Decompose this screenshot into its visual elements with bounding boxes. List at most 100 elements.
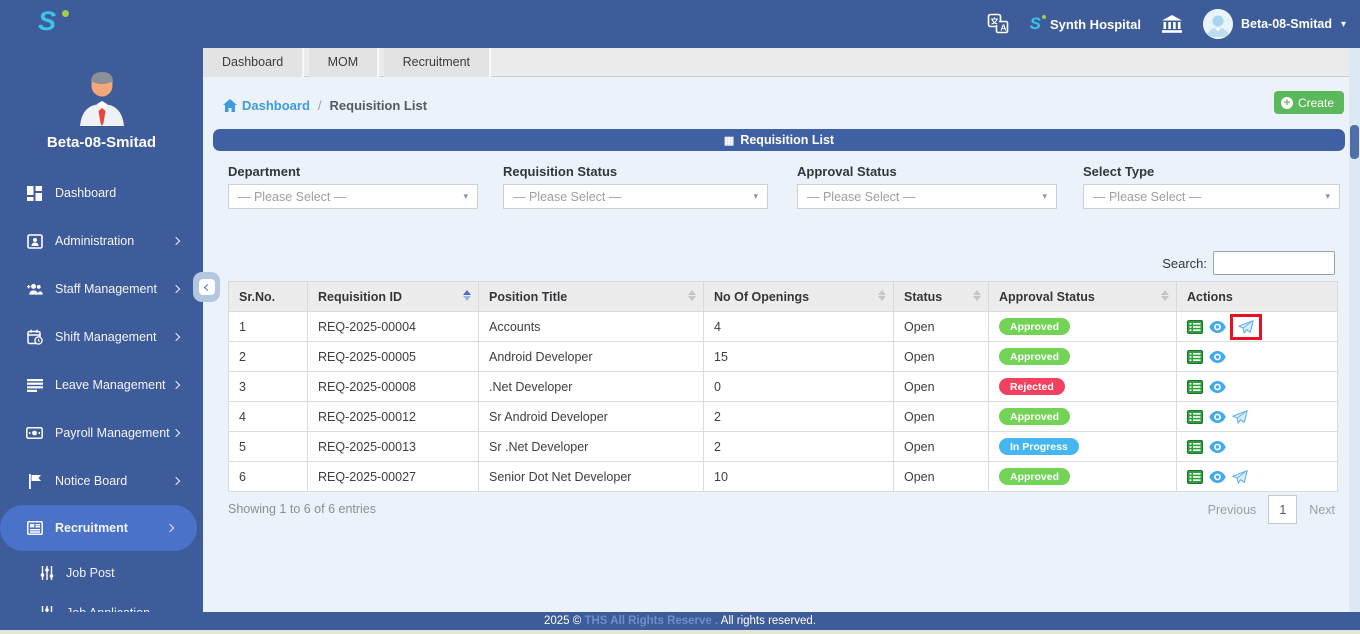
department-select[interactable]: — Please Select —▾	[228, 184, 478, 209]
cell-openings: 2	[704, 402, 894, 432]
search-input[interactable]	[1213, 251, 1335, 275]
details-icon[interactable]	[1187, 470, 1203, 484]
chevron-right-icon	[172, 381, 180, 389]
tab-recruitment[interactable]: Recruitment	[384, 48, 491, 77]
column-header-srno[interactable]: Sr.No.	[229, 282, 308, 312]
footer-brand-link[interactable]: THS All Rights Reserve .	[584, 615, 718, 627]
sort-icon	[688, 290, 696, 301]
sidebar-item-notice-board[interactable]: Notice Board	[0, 457, 203, 505]
sidebar-item-leave-management[interactable]: Leave Management	[0, 361, 203, 409]
chevron-right-icon	[166, 524, 174, 532]
column-header-approval-status[interactable]: Approval Status	[989, 282, 1177, 312]
table-icon: ▦	[724, 135, 734, 147]
institution-icon[interactable]	[1161, 15, 1183, 34]
column-header-status[interactable]: Status	[894, 282, 989, 312]
cell-requisition-id: REQ-2025-00012	[308, 402, 479, 432]
filter-label-approval-status: Approval Status	[797, 164, 897, 179]
sidebar: Beta-08-Smitad Dashboard Administration …	[0, 48, 203, 630]
details-icon[interactable]	[1187, 380, 1203, 394]
cell-srno: 5	[229, 432, 308, 462]
table-header-row: Sr.No. Requisition ID Position Title No …	[229, 282, 1338, 312]
create-button[interactable]: + Create	[1274, 91, 1344, 114]
details-icon[interactable]	[1187, 320, 1203, 334]
sidebar-item-staff-management[interactable]: Staff Management	[0, 265, 203, 313]
table-row: 2REQ-2025-00005Android Developer15OpenAp…	[229, 342, 1338, 372]
hospital-brand[interactable]: S Synth Hospital	[1030, 14, 1141, 34]
svg-text:A: A	[1000, 23, 1006, 33]
breadcrumb-dashboard-link[interactable]: Dashboard	[242, 98, 310, 113]
details-icon[interactable]	[1187, 410, 1203, 424]
sort-icon	[463, 290, 471, 301]
chevron-left-icon	[199, 279, 215, 295]
cell-actions	[1177, 402, 1338, 432]
type-select-value: — Please Select —	[1093, 190, 1201, 204]
cell-openings: 0	[704, 372, 894, 402]
bottom-strip	[0, 630, 1360, 634]
sidebar-item-label: Payroll Management	[55, 426, 170, 440]
sidebar-item-label: Administration	[55, 234, 134, 248]
panel-header: ▦Requisition List	[213, 129, 1345, 151]
sidebar-item-dashboard[interactable]: Dashboard	[0, 169, 203, 217]
sidebar-item-recruitment[interactable]: Recruitment	[0, 505, 197, 551]
column-header-requisition-id[interactable]: Requisition ID	[308, 282, 479, 312]
sort-icon	[1161, 290, 1169, 301]
cell-openings: 2	[704, 432, 894, 462]
send-icon[interactable]	[1232, 470, 1248, 484]
sidebar-subitem-label: Job Post	[66, 566, 115, 580]
sidebar-item-administration[interactable]: Administration	[0, 217, 203, 265]
approval-status-badge: Approved	[999, 468, 1070, 485]
language-icon[interactable]: A	[986, 12, 1010, 36]
breadcrumb: Dashboard / Requisition List	[223, 96, 427, 114]
sidebar-item-payroll-management[interactable]: Payroll Management	[0, 409, 203, 457]
send-icon[interactable]	[1238, 320, 1254, 334]
cell-approval-status: Approved	[989, 462, 1177, 492]
cell-approval-status: Rejected	[989, 372, 1177, 402]
eye-icon[interactable]	[1209, 411, 1226, 423]
footer-year: 2025 ©	[544, 615, 584, 627]
details-icon[interactable]	[1187, 440, 1203, 454]
cell-status: Open	[894, 372, 989, 402]
next-button[interactable]: Next	[1309, 503, 1335, 517]
scrollbar-thumb[interactable]	[1350, 125, 1359, 159]
send-icon[interactable]	[1232, 410, 1248, 424]
user-menu[interactable]: Beta-08-Smitad ▾	[1203, 9, 1346, 39]
profile-name: Beta-08-Smitad	[0, 134, 203, 151]
details-icon[interactable]	[1187, 350, 1203, 364]
table-row: 6REQ-2025-00027Senior Dot Net Developer1…	[229, 462, 1338, 492]
cell-actions	[1177, 312, 1338, 342]
column-header-position-title[interactable]: Position Title	[479, 282, 704, 312]
page-1-button[interactable]: 1	[1268, 495, 1297, 524]
previous-button[interactable]: Previous	[1208, 503, 1257, 517]
type-select[interactable]: — Please Select —▾	[1083, 184, 1340, 209]
cell-approval-status: Approved	[989, 402, 1177, 432]
column-header-openings[interactable]: No Of Openings	[704, 282, 894, 312]
dashboard-grid-icon	[26, 185, 43, 202]
cell-status: Open	[894, 462, 989, 492]
chevron-right-icon	[172, 285, 180, 293]
eye-icon[interactable]	[1209, 471, 1226, 483]
cell-status: Open	[894, 432, 989, 462]
app-logo[interactable]: S	[38, 6, 56, 37]
tab-mom[interactable]: MOM	[309, 48, 380, 77]
filter-label-department: Department	[228, 164, 300, 179]
eye-icon[interactable]	[1209, 441, 1226, 453]
sidebar-collapse-button[interactable]	[193, 272, 220, 302]
eye-icon[interactable]	[1209, 321, 1226, 333]
eye-icon[interactable]	[1209, 351, 1226, 363]
sidebar-item-shift-management[interactable]: Shift Management	[0, 313, 203, 361]
vertical-scrollbar[interactable]	[1349, 48, 1360, 612]
chevron-right-icon	[172, 333, 180, 341]
tab-dashboard[interactable]: Dashboard	[203, 48, 304, 77]
cell-openings: 10	[704, 462, 894, 492]
sidebar-subitem-job-post[interactable]: Job Post	[0, 556, 203, 590]
cell-actions	[1177, 432, 1338, 462]
requisition-status-select[interactable]: — Please Select —▾	[503, 184, 768, 209]
department-select-value: — Please Select —	[238, 190, 346, 204]
approval-status-select[interactable]: — Please Select —▾	[797, 184, 1057, 209]
recruitment-newspaper-icon	[26, 520, 43, 537]
entries-summary: Showing 1 to 6 of 6 entries	[228, 502, 376, 516]
search-label: Search:	[1162, 256, 1207, 271]
sidebar-item-label: Notice Board	[55, 474, 127, 488]
cell-openings: 4	[704, 312, 894, 342]
eye-icon[interactable]	[1209, 381, 1226, 393]
